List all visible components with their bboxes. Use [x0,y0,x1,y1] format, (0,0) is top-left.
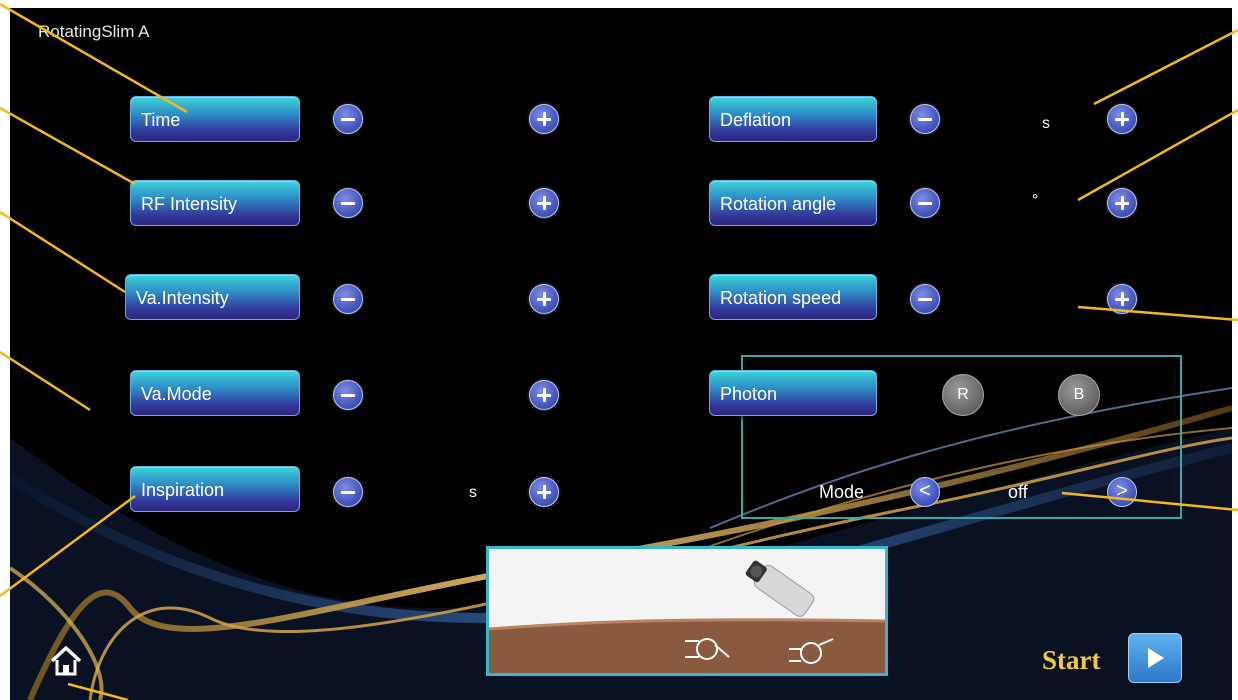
rf-intensity-button[interactable]: RF Intensity [130,180,300,226]
deflation-button[interactable]: Deflation [709,96,877,142]
deflation-unit: s [1042,115,1050,132]
mode-next-button[interactable]: > [1107,477,1137,507]
photon-mode-value: off [1008,482,1028,502]
rotation-speed-plus-button[interactable] [1107,284,1137,314]
rotation-angle-minus-button[interactable] [910,188,940,218]
rf-intensity-plus-button[interactable] [529,188,559,218]
start-button[interactable] [1128,633,1182,683]
minus-icon [918,117,932,121]
minus-icon [341,297,355,301]
photon-red-button[interactable]: R [942,374,984,416]
inspiration-button[interactable]: Inspiration [130,466,300,512]
rf-intensity-minus-button[interactable] [333,188,363,218]
rotation-angle-unit: ° [1032,192,1039,209]
inspiration-minus-button[interactable] [333,477,363,507]
va-intensity-plus-button[interactable] [529,284,559,314]
rotation-angle-button[interactable]: Rotation angle [709,180,877,226]
chevron-left-icon: < [919,480,931,502]
va-intensity-button[interactable]: Va.Intensity [125,274,300,320]
photon-blue-button[interactable]: B [1058,374,1100,416]
minus-icon [341,117,355,121]
time-plus-button[interactable] [529,104,559,134]
home-icon [50,646,82,676]
treatment-preview-image [486,546,888,676]
play-icon [1148,648,1164,668]
time-button[interactable]: Time [130,96,300,142]
va-mode-plus-button[interactable] [529,380,559,410]
minus-icon [341,393,355,397]
va-mode-button[interactable]: Va.Mode [130,370,300,416]
rotation-angle-plus-button[interactable] [1107,188,1137,218]
va-mode-minus-button[interactable] [333,380,363,410]
time-minus-button[interactable] [333,104,363,134]
inspiration-plus-button[interactable] [529,477,559,507]
rotation-speed-button[interactable]: Rotation speed [709,274,877,320]
screen: RotatingSlim A Time RF Intensity Va.Inte… [0,0,1238,700]
minus-icon [918,201,932,205]
minus-icon [918,297,932,301]
treatment-illustration [489,549,885,673]
device-panel: RotatingSlim A Time RF Intensity Va.Inte… [10,8,1232,700]
app-title: RotatingSlim A [38,22,150,41]
deflation-plus-button[interactable] [1107,104,1137,134]
rotation-speed-minus-button[interactable] [910,284,940,314]
minus-icon [341,490,355,494]
start-label: Start [1042,645,1101,675]
mode-prev-button[interactable]: < [910,477,940,507]
deflation-minus-button[interactable] [910,104,940,134]
photon-button[interactable]: Photon [709,370,877,416]
home-button[interactable] [48,643,84,679]
va-intensity-minus-button[interactable] [333,284,363,314]
minus-icon [341,201,355,205]
inspiration-unit: s [469,484,477,501]
chevron-right-icon: > [1116,480,1128,502]
photon-mode-label: Mode [819,482,865,502]
